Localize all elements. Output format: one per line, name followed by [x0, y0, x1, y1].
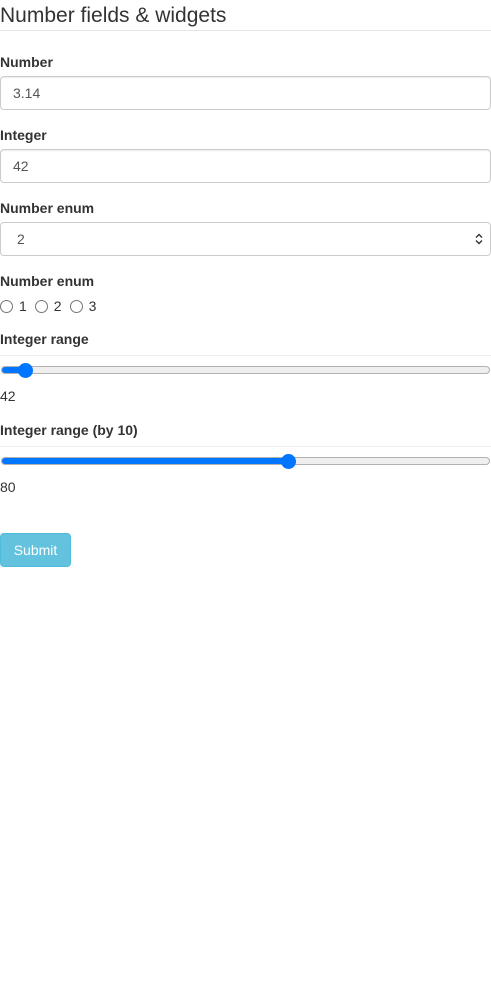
integer-range-track[interactable] — [1, 366, 490, 374]
integer-input[interactable] — [0, 149, 491, 183]
number-label: Number — [0, 54, 53, 70]
integer-group: Integer — [0, 125, 491, 183]
integer-range-by10-value: 80 — [0, 479, 16, 495]
integer-range-group: Integer range 42 — [0, 329, 491, 406]
radio-option-3[interactable]: 3 — [69, 298, 97, 314]
integer-range-label: Integer range — [0, 331, 89, 347]
integer-range-by10-group: Integer range (by 10) 80 — [0, 420, 491, 497]
integer-range-by10-fill — [2, 458, 291, 464]
number-input[interactable] — [0, 76, 491, 110]
radio-option-1[interactable]: 1 — [0, 298, 27, 314]
chevron-updown-icon — [475, 233, 483, 245]
radio-button-1[interactable] — [0, 299, 13, 313]
number-group: Number — [0, 52, 491, 110]
integer-range-thumb[interactable] — [17, 363, 33, 378]
number-enum-select-value: 2 — [17, 231, 25, 247]
radio-option-label-2: 2 — [53, 298, 62, 314]
submit-button[interactable]: Submit — [0, 533, 71, 567]
radio-option-label-1: 1 — [19, 298, 27, 314]
number-enum-radio-label: Number enum — [0, 273, 95, 289]
radio-options: 1 2 3 — [0, 297, 491, 315]
integer-range-by10-slider[interactable] — [0, 446, 491, 476]
integer-range-by10-thumb[interactable] — [281, 454, 297, 469]
number-enum-select-group: Number enum 2 — [0, 198, 491, 256]
number-enum-select[interactable]: 2 — [0, 222, 491, 256]
radio-option-2[interactable]: 2 — [34, 298, 62, 314]
radio-button-3[interactable] — [69, 299, 83, 313]
radio-option-label-3: 3 — [88, 298, 97, 314]
integer-range-by10-label: Integer range (by 10) — [0, 422, 138, 438]
integer-range-slider[interactable] — [0, 355, 491, 385]
integer-range-by10-track[interactable] — [1, 457, 490, 465]
number-enum-select-label: Number enum — [0, 200, 95, 216]
number-enum-radio-group: Number enum 1 2 3 — [0, 271, 491, 315]
radio-button-2[interactable] — [34, 299, 48, 313]
integer-label: Integer — [0, 127, 47, 143]
integer-range-value: 42 — [0, 388, 16, 404]
form-title: Number fields & widgets — [0, 0, 491, 31]
